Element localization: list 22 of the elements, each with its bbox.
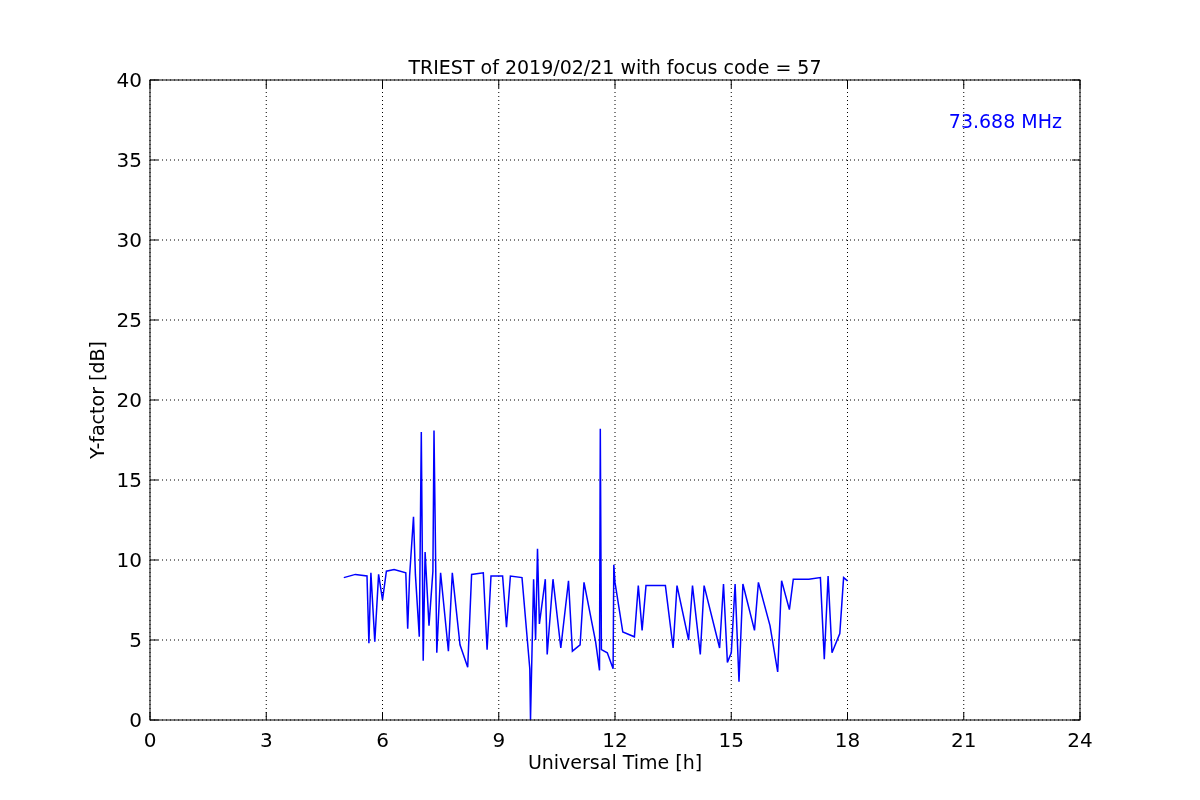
tick-label: 10 <box>116 548 142 572</box>
axis-label: Universal Time [h] <box>527 751 703 773</box>
tick-label: 15 <box>718 728 744 752</box>
axis-label: Y-factor [dB] <box>86 341 108 459</box>
tick-label: 6 <box>376 728 389 752</box>
frequency-label: 73.688 MHz <box>948 110 1062 132</box>
tick-label: 40 <box>116 68 142 92</box>
tick-label: 24 <box>1067 728 1093 752</box>
tick-label: 20 <box>116 388 142 412</box>
tick-label: 0 <box>129 708 142 732</box>
tick-label: 25 <box>116 308 142 332</box>
tick-label: 21 <box>951 728 977 752</box>
tick-label: 30 <box>116 228 142 252</box>
tick-label: 9 <box>492 728 506 752</box>
tick-label: 5 <box>129 628 142 652</box>
tick-label: 12 <box>602 728 628 752</box>
tick-label: 3 <box>259 728 273 752</box>
tick-label: 35 <box>116 148 142 172</box>
chart-title: TRIEST of 2019/02/21 with focus code = 57 <box>408 56 822 78</box>
tick-label: 0 <box>143 728 157 752</box>
tick-label: 15 <box>116 468 142 492</box>
tick-label: 18 <box>834 728 861 752</box>
